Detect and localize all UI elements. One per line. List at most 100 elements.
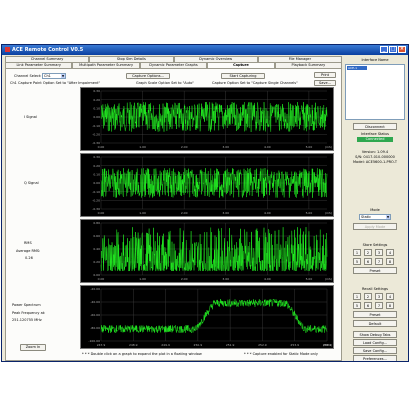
zoom-in-button[interactable]: Zoom In bbox=[20, 344, 46, 351]
store-settings-label: Store Settings bbox=[362, 243, 388, 247]
app-window: ACE Remote Control V0.5 _ □ × Channel Su… bbox=[1, 44, 409, 362]
capture-options-button[interactable]: Capture Options... bbox=[126, 73, 170, 79]
y-tick-label: 0.40 bbox=[93, 247, 100, 251]
capture-panel: Channel Select: Ch1 ▼ Capture Options... … bbox=[5, 68, 342, 361]
y-tick-label: -60.00 bbox=[90, 313, 100, 317]
recall-3-button[interactable]: 3 bbox=[375, 293, 383, 300]
recall-1-button[interactable]: 1 bbox=[353, 293, 361, 300]
model-text: Model: ACE5600-1-PRO-T bbox=[353, 160, 397, 164]
x-tick-label: 5.00 bbox=[306, 277, 313, 281]
rms-plot[interactable]: 0.80 0.60 0.40 0.20 0.00 0.00 1.00 2.00 3.00 4.00… bbox=[80, 219, 334, 283]
x-tick-label: 247.9 bbox=[97, 343, 106, 347]
x-unit-label: (mS) bbox=[325, 145, 332, 149]
x-tick-label: 3.00 bbox=[222, 277, 229, 281]
x-tick-label: 0.00 bbox=[98, 277, 105, 281]
title-bar[interactable]: ACE Remote Control V0.5 _ □ × bbox=[2, 45, 408, 55]
channel-select[interactable]: Ch1 ▼ bbox=[42, 73, 66, 79]
preferences-button[interactable]: Preferences... bbox=[353, 355, 397, 361]
recall-5-button[interactable]: 5 bbox=[353, 302, 361, 309]
recall-4-button[interactable]: 4 bbox=[386, 293, 394, 300]
rms-label: RMS bbox=[24, 241, 32, 245]
store-2-button[interactable]: 2 bbox=[364, 249, 372, 256]
x-tick-label: 0.00 bbox=[98, 145, 105, 149]
y-tick-label: 0.80 bbox=[93, 221, 100, 225]
close-button[interactable]: × bbox=[398, 46, 406, 53]
q-signal-label: Q Signal bbox=[24, 181, 39, 185]
disconnect-button[interactable]: Disconnect bbox=[353, 123, 397, 130]
store-5-button[interactable]: 5 bbox=[353, 258, 361, 265]
channel-select-value: Ch1 bbox=[44, 74, 51, 78]
apply-mode-button[interactable]: Apply Mode bbox=[353, 223, 397, 230]
store-6-button[interactable]: 6 bbox=[364, 258, 372, 265]
y-tick-label: -0.20 bbox=[92, 133, 100, 137]
average-rms-value: 0.26 bbox=[25, 256, 33, 260]
status-badge: Connected bbox=[357, 137, 393, 142]
x-tick-label: 1.00 bbox=[139, 277, 146, 281]
mode-label: Mode bbox=[370, 208, 380, 212]
y-tick-label: -40.00 bbox=[90, 300, 100, 304]
store-preset-button[interactable]: Preset bbox=[353, 267, 397, 274]
recall-6-button[interactable]: 6 bbox=[364, 302, 372, 309]
x-tick-label: 1.00 bbox=[139, 211, 146, 215]
interface-name-label: Interface Name bbox=[361, 58, 389, 62]
peak-frequency-label: Peak Frequency at: bbox=[12, 311, 46, 315]
y-tick-label: 0.10 bbox=[93, 107, 100, 111]
recall-7-button[interactable]: 7 bbox=[375, 302, 383, 309]
store-3-button[interactable]: 3 bbox=[375, 249, 383, 256]
store-8-button[interactable]: 8 bbox=[386, 258, 394, 265]
window-title: ACE Remote Control V0.5 bbox=[12, 47, 84, 53]
power-spectrum-plot[interactable]: -20.00 -40.00 -60.00 -80.00 -100.00 247.9 248.… bbox=[80, 285, 334, 349]
interface-list[interactable]: ACE-1 bbox=[345, 64, 405, 120]
show-debug-tabs-button[interactable]: Show Debug Tabs bbox=[353, 331, 397, 338]
signal-trace bbox=[100, 101, 328, 133]
maximize-button[interactable]: □ bbox=[389, 46, 397, 53]
x-tick-label: 249.9 bbox=[161, 343, 170, 347]
x-tick-label: 250.9 bbox=[194, 343, 203, 347]
store-1-button[interactable]: 1 bbox=[353, 249, 361, 256]
start-capturing-button[interactable]: Start Capturing bbox=[221, 73, 265, 79]
minimize-button[interactable]: _ bbox=[380, 46, 388, 53]
y-tick-label: -80.00 bbox=[90, 326, 100, 330]
mode-select[interactable]: Static ▼ bbox=[359, 214, 391, 220]
y-tick-label: -20.00 bbox=[90, 287, 100, 291]
save-button[interactable]: Save... bbox=[314, 80, 336, 86]
recall-settings-label: Recall Settings bbox=[362, 287, 388, 291]
y-tick-label: 0.00 bbox=[93, 115, 100, 119]
y-tick-label: 0.60 bbox=[93, 234, 100, 238]
interface-list-item[interactable]: ACE-1 bbox=[347, 66, 367, 70]
x-unit-label: (MHz) bbox=[323, 343, 332, 347]
x-tick-label: 5.00 bbox=[306, 145, 313, 149]
x-tick-label: 4.00 bbox=[264, 145, 271, 149]
x-tick-label: 0.00 bbox=[98, 211, 105, 215]
x-tick-label: 248.9 bbox=[129, 343, 138, 347]
print-button[interactable]: Print bbox=[314, 72, 336, 78]
i-signal-label: I Signal bbox=[24, 115, 37, 119]
capture-point-note: Ch1 Capture Point Option Set to "After I… bbox=[10, 81, 101, 85]
sidebar: Interface Name ACE-1 Disconnect Interfac… bbox=[343, 56, 408, 361]
i-signal-plot[interactable]: 0.30 0.20 0.10 0.00 -0.10 -0.20 -0.30 0.00 1.00 2… bbox=[80, 87, 334, 151]
store-7-button[interactable]: 7 bbox=[375, 258, 383, 265]
load-config-button[interactable]: Load Config... bbox=[353, 339, 397, 346]
peak-frequency-value: 251.120755 MHz bbox=[12, 318, 42, 322]
q-signal-plot[interactable]: 0.30 0.20 0.10 0.00 -0.10 -0.20 -0.30 0.00 1.00 2… bbox=[80, 153, 334, 217]
recall-8-button[interactable]: 8 bbox=[386, 302, 394, 309]
y-tick-label: 0.30 bbox=[93, 155, 100, 159]
x-tick-label: 2.00 bbox=[181, 277, 188, 281]
store-4-button[interactable]: 4 bbox=[386, 249, 394, 256]
graph-scale-note: Graph Scale Option Set to "Auto" bbox=[136, 81, 195, 85]
footnote-right: * * * Capture enabled for Static Mode on… bbox=[244, 352, 318, 356]
power-spectrum-label: Power Spectrum bbox=[12, 303, 41, 307]
x-tick-label: 2.00 bbox=[181, 211, 188, 215]
default-button[interactable]: Default bbox=[353, 320, 397, 327]
version-text: Version: 1.09.4 bbox=[361, 150, 389, 154]
x-tick-label: 2.00 bbox=[181, 145, 188, 149]
recall-preset-button[interactable]: Preset bbox=[353, 311, 397, 318]
y-tick-label: -0.10 bbox=[92, 124, 100, 128]
y-tick-label: 0.30 bbox=[93, 89, 100, 93]
average-rms-label: Average RMS: bbox=[16, 249, 41, 253]
x-tick-label: 5.00 bbox=[306, 211, 313, 215]
save-config-button[interactable]: Save Config... bbox=[353, 347, 397, 354]
x-tick-label: 4.00 bbox=[264, 277, 271, 281]
recall-2-button[interactable]: 2 bbox=[364, 293, 372, 300]
y-tick-label: 0.10 bbox=[93, 173, 100, 177]
